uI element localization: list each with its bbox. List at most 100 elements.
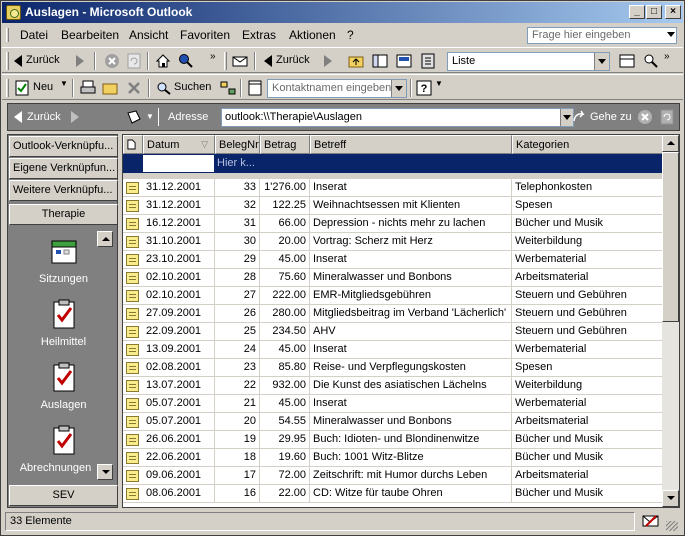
toolbar-grip[interactable] (6, 52, 9, 70)
group-sev[interactable]: SEV (9, 485, 118, 506)
table-row[interactable]: 31.10.2001 30 20.00 Vortrag: Scherz mit Her… (123, 233, 663, 251)
table-row[interactable]: 13.09.2001 24 45.00 Inserat Werbematerial (123, 341, 663, 359)
table-row[interactable]: 31.12.2001 32 122.25 Weihnachtsessen mit Kl… (123, 197, 663, 215)
table-row[interactable]: 27.09.2001 26 280.00 Mitgliedsbeitrag im Ve… (123, 305, 663, 323)
shortcut-sitzungen[interactable]: Sitzungen (9, 235, 118, 285)
scroll-up-button[interactable] (662, 135, 679, 152)
menu-help[interactable]: ? (347, 28, 354, 42)
column-header-kategorien[interactable]: Kategorien (512, 135, 663, 154)
toolbar-grip[interactable] (224, 52, 227, 70)
home-icon[interactable] (155, 53, 171, 69)
current-view-select[interactable]: Liste (447, 52, 610, 71)
table-row[interactable]: 22.06.2001 18 19.60 Buch: 1001 Witz-Blitze B… (123, 449, 663, 467)
forward-arrow-icon[interactable] (324, 55, 332, 67)
column-header-datum[interactable]: Datum ▽ (143, 135, 215, 154)
search-button[interactable]: Suchen (174, 81, 211, 93)
column-header-belegnr[interactable]: BelegNr (215, 135, 260, 154)
vertical-scrollbar[interactable] (662, 135, 679, 507)
column-header-betreff[interactable]: Betreff (310, 135, 512, 154)
group-outlook-shortcuts[interactable]: Outlook-Verknüpfu... (9, 136, 118, 157)
folder-list-icon[interactable] (372, 53, 388, 69)
address-book-icon[interactable] (420, 53, 436, 69)
stop-icon[interactable] (104, 53, 120, 69)
folder-up-icon[interactable] (348, 53, 364, 69)
column-icon-header[interactable] (123, 135, 143, 154)
refresh-icon[interactable] (659, 109, 675, 125)
preview-pane-icon[interactable] (396, 53, 412, 69)
address-input[interactable]: outlook:\\Therapie\Auslagen (221, 108, 574, 127)
table-row[interactable]: 08.06.2001 16 22.00 CD: Witze für taube Ohr… (123, 485, 663, 503)
table-row[interactable]: 02.10.2001 28 75.60 Mineralwasser und Bonbo… (123, 269, 663, 287)
toolbar-overflow-icon[interactable]: » (664, 51, 670, 62)
outlookbar-scroll-down[interactable] (97, 464, 113, 480)
shortcut-auslagen[interactable]: Auslagen (9, 361, 118, 411)
new-dropdown-chevron-icon[interactable]: ▼ (60, 79, 68, 88)
chevron-down-icon[interactable] (594, 53, 609, 70)
column-header-betrag[interactable]: Betrag (260, 135, 310, 154)
folder-options-icon[interactable] (126, 109, 142, 125)
back-button-2[interactable]: Zurück (276, 54, 310, 66)
scroll-thumb[interactable] (662, 152, 679, 322)
title-bar[interactable]: Auslagen - Microsoft Outlook _ □ × (2, 2, 683, 23)
menubar-grip[interactable] (6, 28, 9, 42)
new-item-icon[interactable] (14, 80, 30, 96)
forward-arrow-icon[interactable] (71, 111, 79, 123)
find-icon[interactable] (156, 80, 172, 96)
menu-extras[interactable]: Extras (242, 28, 276, 42)
group-therapie[interactable]: Therapie (9, 204, 118, 225)
table-row[interactable]: 05.07.2001 20 54.55 Mineralwasser und Bonbo… (123, 413, 663, 431)
table-row[interactable]: 23.10.2001 29 45.00 Inserat Werbematerial (123, 251, 663, 269)
table-row[interactable]: 16.12.2001 31 66.00 Depression - nichts meh… (123, 215, 663, 233)
table-row[interactable]: 13.07.2001 22 932.00 Die Kunst des asiatisc… (123, 377, 663, 395)
menu-datei[interactable]: Datei (20, 28, 48, 42)
chevron-down-icon[interactable] (391, 80, 406, 97)
menu-favoriten[interactable]: Favoriten (180, 28, 230, 42)
scroll-down-button[interactable] (662, 490, 679, 507)
table-row[interactable]: 22.09.2001 25 234.50 AHV Steuern und Gebühre… (123, 323, 663, 341)
find-folder-icon[interactable] (643, 53, 659, 69)
print-icon[interactable] (80, 80, 96, 96)
toolbar-grip[interactable] (6, 79, 9, 97)
outlook-app-icon[interactable] (6, 5, 21, 20)
search-web-icon[interactable] (178, 53, 194, 69)
stop-icon[interactable] (637, 109, 653, 125)
view-layout-icon[interactable] (619, 53, 635, 69)
group-other-shortcuts[interactable]: Weitere Verknüpfu... (9, 180, 118, 201)
minimize-button[interactable]: _ (629, 5, 645, 19)
find-contact-input[interactable]: Kontaktnamen eingeben (267, 79, 407, 98)
send-receive-icon[interactable] (232, 53, 248, 69)
address-book-icon[interactable] (247, 80, 263, 96)
menu-aktionen[interactable]: Aktionen (289, 28, 336, 42)
toolbar-grip[interactable] (158, 108, 161, 126)
shortcut-heilmittel[interactable]: Heilmittel (9, 298, 118, 348)
table-row[interactable]: 31.12.2001 33 1'276.00 Inserat Telephonkoste… (123, 179, 663, 197)
toolbar-overflow-icon[interactable]: » (210, 51, 216, 62)
menu-bearbeiten[interactable]: Bearbeiten (61, 28, 119, 42)
chevron-down-icon[interactable] (667, 32, 675, 37)
back-button[interactable]: Zurück (26, 54, 60, 66)
offline-status-icon[interactable] (642, 513, 660, 529)
new-item-row[interactable]: Hier k... (123, 154, 663, 173)
new-item-date-cell[interactable] (143, 155, 214, 172)
close-button[interactable]: × (665, 5, 681, 19)
table-row[interactable]: 02.10.2001 27 222.00 EMR-Mitgliedsgebühren S… (123, 287, 663, 305)
delete-icon[interactable] (126, 80, 142, 96)
address-back-button[interactable]: Zurück (27, 111, 61, 123)
folder-options-chevron-icon[interactable]: ▼ (146, 112, 154, 121)
help-dropdown-chevron-icon[interactable]: ▼ (435, 79, 443, 88)
group-my-shortcuts[interactable]: Eigene Verknüpfun... (9, 158, 118, 179)
forward-arrow-icon[interactable] (76, 55, 84, 67)
maximize-button[interactable]: □ (646, 5, 662, 19)
move-to-folder-icon[interactable] (102, 80, 118, 96)
menu-ansicht[interactable]: Ansicht (129, 28, 168, 42)
table-row[interactable]: 26.06.2001 19 29.95 Buch: Idioten- und Blon… (123, 431, 663, 449)
new-button[interactable]: Neu (33, 81, 53, 93)
refresh-icon[interactable] (126, 53, 142, 69)
back-arrow-icon[interactable] (14, 111, 22, 123)
help-icon[interactable]: ? (416, 80, 432, 96)
table-row[interactable]: 09.06.2001 17 72.00 Zeitschrift: mit Humor … (123, 467, 663, 485)
table-row[interactable]: 02.08.2001 23 85.80 Reise- und Verpflegungs… (123, 359, 663, 377)
table-row[interactable]: 05.07.2001 21 45.00 Inserat Werbematerial (123, 395, 663, 413)
go-button[interactable]: Gehe zu (590, 111, 632, 123)
ask-question-input[interactable]: Frage hier eingeben (527, 27, 677, 44)
